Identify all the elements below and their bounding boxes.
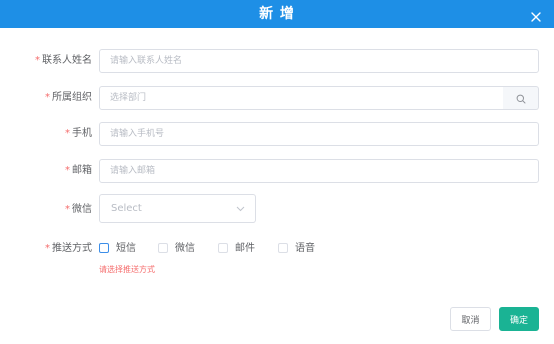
wechat-label: * 微信 — [65, 204, 92, 215]
organization-placeholder: 选择部门 — [110, 93, 147, 103]
wechat-select-placeholder: Select — [111, 203, 142, 214]
wechat-row: * 微信 Select — [0, 194, 554, 223]
phone-input[interactable]: 请输入手机号 — [99, 122, 539, 146]
required-mark: * — [65, 128, 70, 139]
checkbox[interactable] — [218, 243, 228, 253]
chevron-down-icon — [236, 206, 245, 212]
push-option-label: 邮件 — [235, 243, 255, 254]
organization-input[interactable]: 选择部门 — [99, 86, 504, 110]
required-mark: * — [45, 243, 50, 254]
email-row: * 邮箱 请输入邮箱 — [0, 159, 554, 183]
push-option-label: 短信 — [116, 243, 136, 254]
push-method-row: * 推送方式 短信 微信 邮件 语音 — [0, 237, 554, 261]
organization-search-button[interactable] — [503, 86, 539, 110]
dialog-title: 新 增 — [259, 6, 295, 22]
contact-name-row: * 联系人姓名 请输入联系人姓名 — [0, 49, 554, 73]
contact-name-input[interactable]: 请输入联系人姓名 — [99, 49, 539, 73]
checkbox[interactable] — [278, 243, 288, 253]
email-input[interactable]: 请输入邮箱 — [99, 159, 539, 183]
organization-row: * 所属组织 选择部门 — [0, 86, 554, 110]
required-mark: * — [65, 204, 70, 215]
checkbox[interactable] — [158, 243, 168, 253]
organization-label: * 所属组织 — [45, 92, 92, 103]
push-option-label: 微信 — [175, 243, 195, 254]
close-icon[interactable] — [530, 8, 542, 22]
phone-label: * 手机 — [65, 128, 92, 139]
confirm-button[interactable]: 确定 — [499, 307, 539, 331]
phone-row: * 手机 请输入手机号 — [0, 122, 554, 146]
dialog-header: 新 增 — [0, 0, 554, 28]
email-label: * 邮箱 — [65, 165, 92, 176]
wechat-select[interactable]: Select — [99, 194, 256, 223]
push-method-label: * 推送方式 — [45, 243, 92, 254]
required-mark: * — [65, 165, 70, 176]
contact-name-placeholder: 请输入联系人姓名 — [110, 56, 183, 66]
push-option-label: 语音 — [295, 243, 315, 254]
required-mark: * — [45, 92, 50, 103]
email-placeholder: 请输入邮箱 — [110, 166, 156, 176]
cancel-button[interactable]: 取消 — [450, 307, 491, 331]
push-method-error-message: 请选择推送方式 — [99, 265, 155, 274]
required-mark: * — [35, 55, 40, 66]
add-contact-dialog: 新 增 * 联系人姓名 请输入联系人姓名 * 所属组织 选择部门 * 手机 请输… — [0, 0, 554, 344]
checkbox[interactable] — [99, 243, 109, 253]
contact-name-label: * 联系人姓名 — [35, 55, 92, 66]
phone-placeholder: 请输入手机号 — [110, 129, 165, 139]
